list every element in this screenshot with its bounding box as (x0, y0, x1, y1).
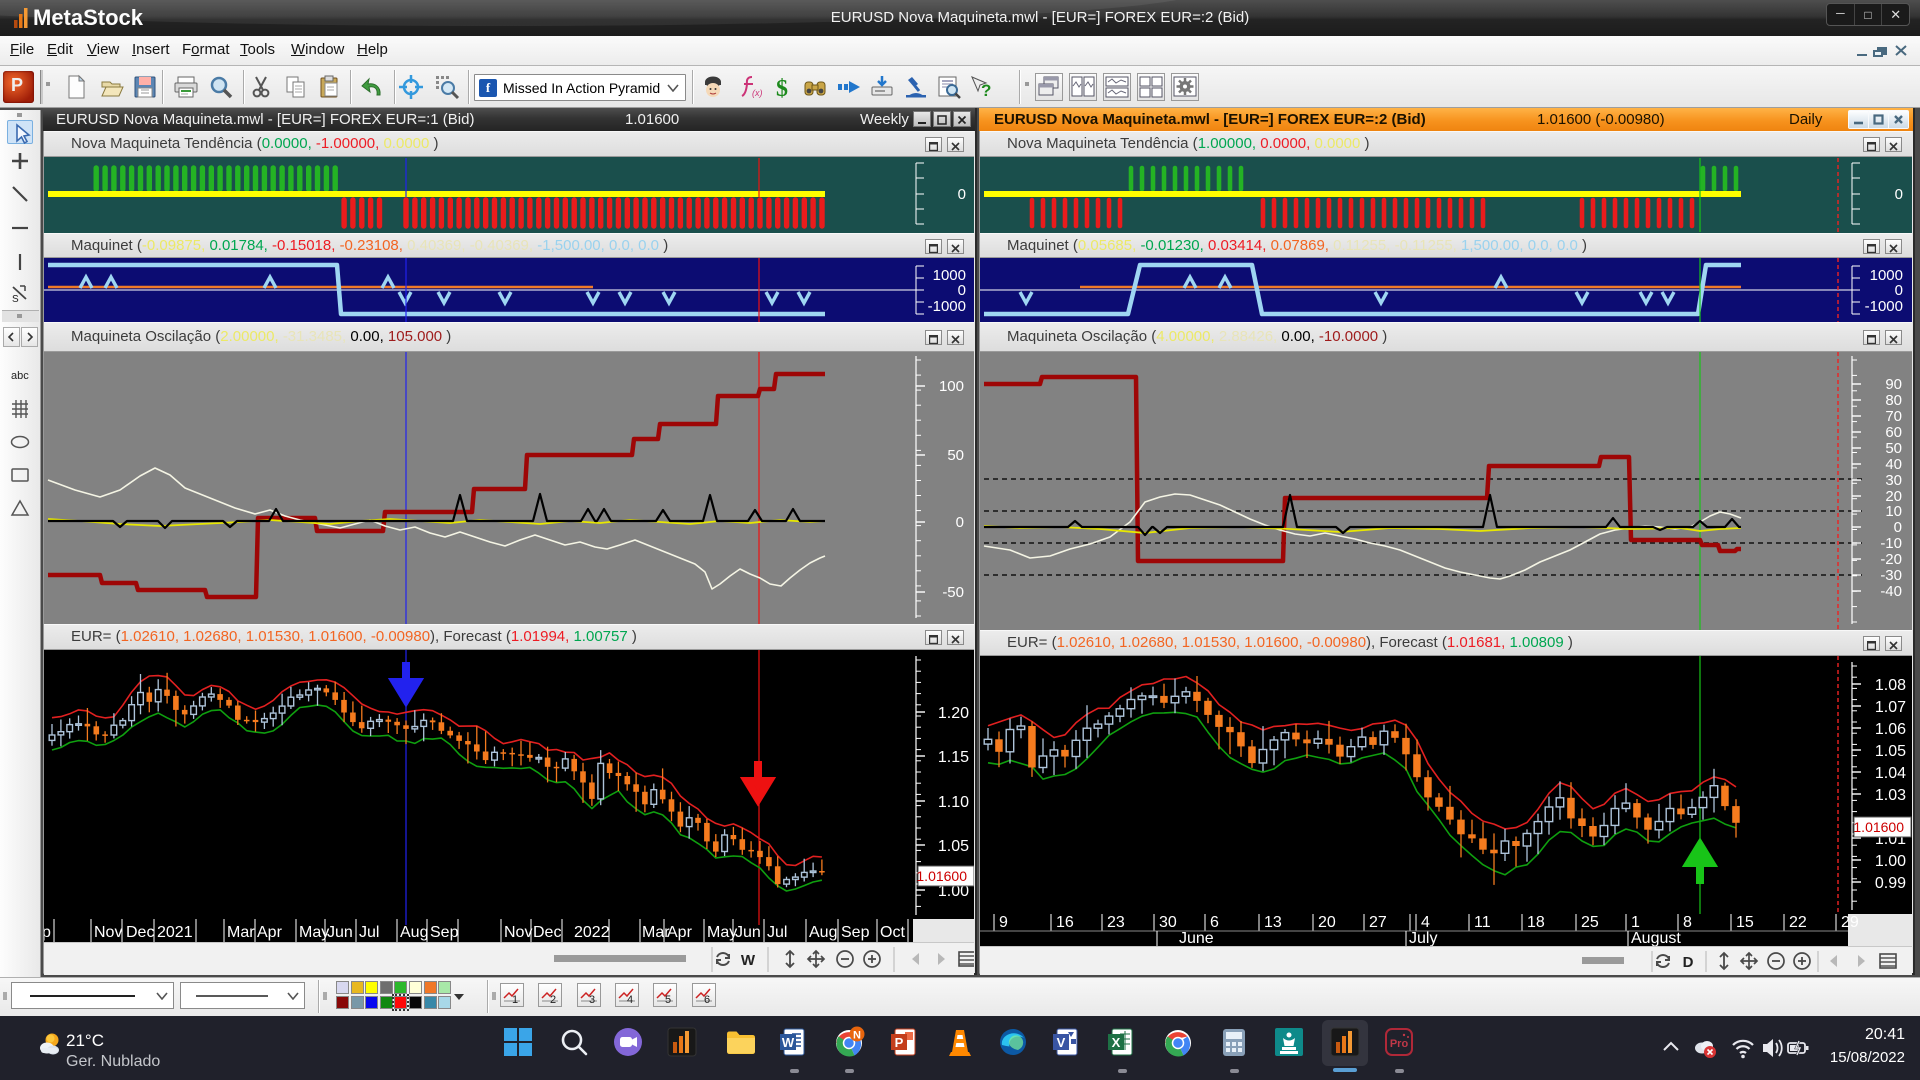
svg-text:3: 3 (589, 994, 595, 1006)
svg-text:1.05: 1.05 (938, 838, 969, 855)
svg-text:0: 0 (958, 186, 966, 203)
svg-text:50: 50 (1885, 440, 1902, 457)
svg-text:July: July (1409, 930, 1437, 946)
svg-text:1: 1 (512, 994, 518, 1006)
svg-text:Oct: Oct (880, 924, 905, 941)
svg-text:1.01600: 1.01600 (916, 868, 967, 884)
svg-text:-40: -40 (1880, 583, 1902, 600)
svg-text:30: 30 (1885, 472, 1902, 489)
svg-text:Mar: Mar (227, 924, 255, 941)
svg-text:6: 6 (1210, 914, 1219, 931)
svg-text:P: P (895, 1035, 904, 1050)
svg-text:2021: 2021 (157, 924, 193, 941)
svg-text:10: 10 (1885, 503, 1902, 520)
svg-text:1.04: 1.04 (1875, 765, 1906, 782)
svg-text:Dec: Dec (533, 924, 561, 941)
svg-text:2: 2 (550, 994, 556, 1006)
svg-text:1.07: 1.07 (1875, 699, 1906, 716)
svg-text:Sep: Sep (430, 924, 459, 941)
svg-text:6: 6 (704, 994, 710, 1006)
svg-text:1.01600: 1.01600 (1853, 819, 1904, 835)
svg-text:Aug: Aug (809, 924, 837, 941)
svg-text:40: 40 (1885, 456, 1902, 473)
svg-text:1.20: 1.20 (938, 705, 969, 722)
svg-text:90: 90 (1885, 376, 1902, 393)
svg-text:Apr: Apr (667, 924, 693, 941)
svg-text:18: 18 (1527, 914, 1545, 931)
svg-text:16: 16 (1056, 914, 1074, 931)
svg-text:W: W (782, 1035, 795, 1050)
svg-text:23: 23 (1107, 914, 1125, 931)
svg-text:D: D (1683, 954, 1694, 971)
svg-text:$: $ (776, 76, 788, 100)
svg-text:0: 0 (1895, 282, 1903, 299)
svg-text:4: 4 (1421, 914, 1430, 931)
svg-text:20: 20 (1318, 914, 1336, 931)
svg-text:abc: abc (11, 370, 29, 382)
svg-text:4: 4 (627, 994, 633, 1006)
svg-text:70: 70 (1885, 408, 1902, 425)
svg-text:8: 8 (1683, 914, 1692, 931)
svg-text:13: 13 (1264, 914, 1282, 931)
svg-text:Apr: Apr (257, 924, 283, 941)
svg-text:Aug: Aug (400, 924, 428, 941)
svg-text:Pro: Pro (1390, 1038, 1409, 1050)
svg-text:1.15: 1.15 (938, 749, 969, 766)
svg-text:V: V (1057, 1035, 1066, 1050)
svg-text:W: W (741, 952, 756, 969)
svg-text:-20: -20 (1880, 551, 1902, 568)
svg-text:2022: 2022 (574, 924, 610, 941)
svg-text:0: 0 (1895, 186, 1903, 203)
svg-text:22: 22 (1789, 914, 1807, 931)
svg-text:-1000: -1000 (1865, 298, 1903, 315)
svg-text:Nov: Nov (504, 924, 532, 941)
svg-text:1.05: 1.05 (1875, 743, 1906, 760)
svg-text:29: 29 (1841, 914, 1859, 931)
svg-text:60: 60 (1885, 424, 1902, 441)
svg-text:Dec: Dec (126, 924, 154, 941)
svg-text:Jun: Jun (327, 924, 353, 941)
svg-text:S: S (12, 294, 19, 304)
svg-text:-10: -10 (1880, 535, 1902, 552)
svg-text:15: 15 (1736, 914, 1754, 931)
svg-text:August: August (1631, 930, 1681, 946)
svg-text:1.00: 1.00 (1875, 853, 1906, 870)
svg-text:Mar: Mar (642, 924, 670, 941)
svg-text:80: 80 (1885, 392, 1902, 409)
svg-text:1: 1 (1631, 914, 1640, 931)
svg-text:Jul: Jul (359, 924, 379, 941)
svg-text:-50: -50 (942, 584, 964, 601)
svg-text:p: p (44, 924, 51, 941)
svg-text:(x): (x) (752, 88, 763, 98)
svg-text:1.03: 1.03 (1875, 787, 1906, 804)
svg-text:0: 0 (956, 514, 964, 531)
svg-text:0: 0 (958, 282, 966, 299)
svg-text:5: 5 (665, 994, 671, 1006)
svg-text:30: 30 (1159, 914, 1177, 931)
svg-text:11: 11 (1474, 914, 1491, 931)
svg-text:-1000: -1000 (928, 298, 966, 315)
svg-text:?: ? (981, 81, 991, 100)
svg-text:9: 9 (999, 914, 1008, 931)
svg-text:0: 0 (1894, 519, 1902, 536)
svg-text:0.99: 0.99 (1875, 875, 1906, 892)
svg-text:1.06: 1.06 (1875, 721, 1906, 738)
svg-text:Sep: Sep (841, 924, 870, 941)
svg-text:N: N (853, 1030, 861, 1042)
svg-text:50: 50 (947, 447, 964, 464)
svg-text:Nov: Nov (94, 924, 122, 941)
svg-text:Jul: Jul (767, 924, 787, 941)
svg-text:1.08: 1.08 (1875, 677, 1906, 694)
svg-text:27: 27 (1369, 914, 1387, 931)
svg-text:Jun: Jun (735, 924, 761, 941)
svg-text:X: X (1112, 1035, 1121, 1050)
svg-text:25: 25 (1581, 914, 1599, 931)
svg-text:100: 100 (939, 378, 964, 395)
svg-text:1.10: 1.10 (938, 794, 969, 811)
svg-text:-30: -30 (1880, 567, 1902, 584)
svg-text:June: June (1179, 930, 1214, 946)
